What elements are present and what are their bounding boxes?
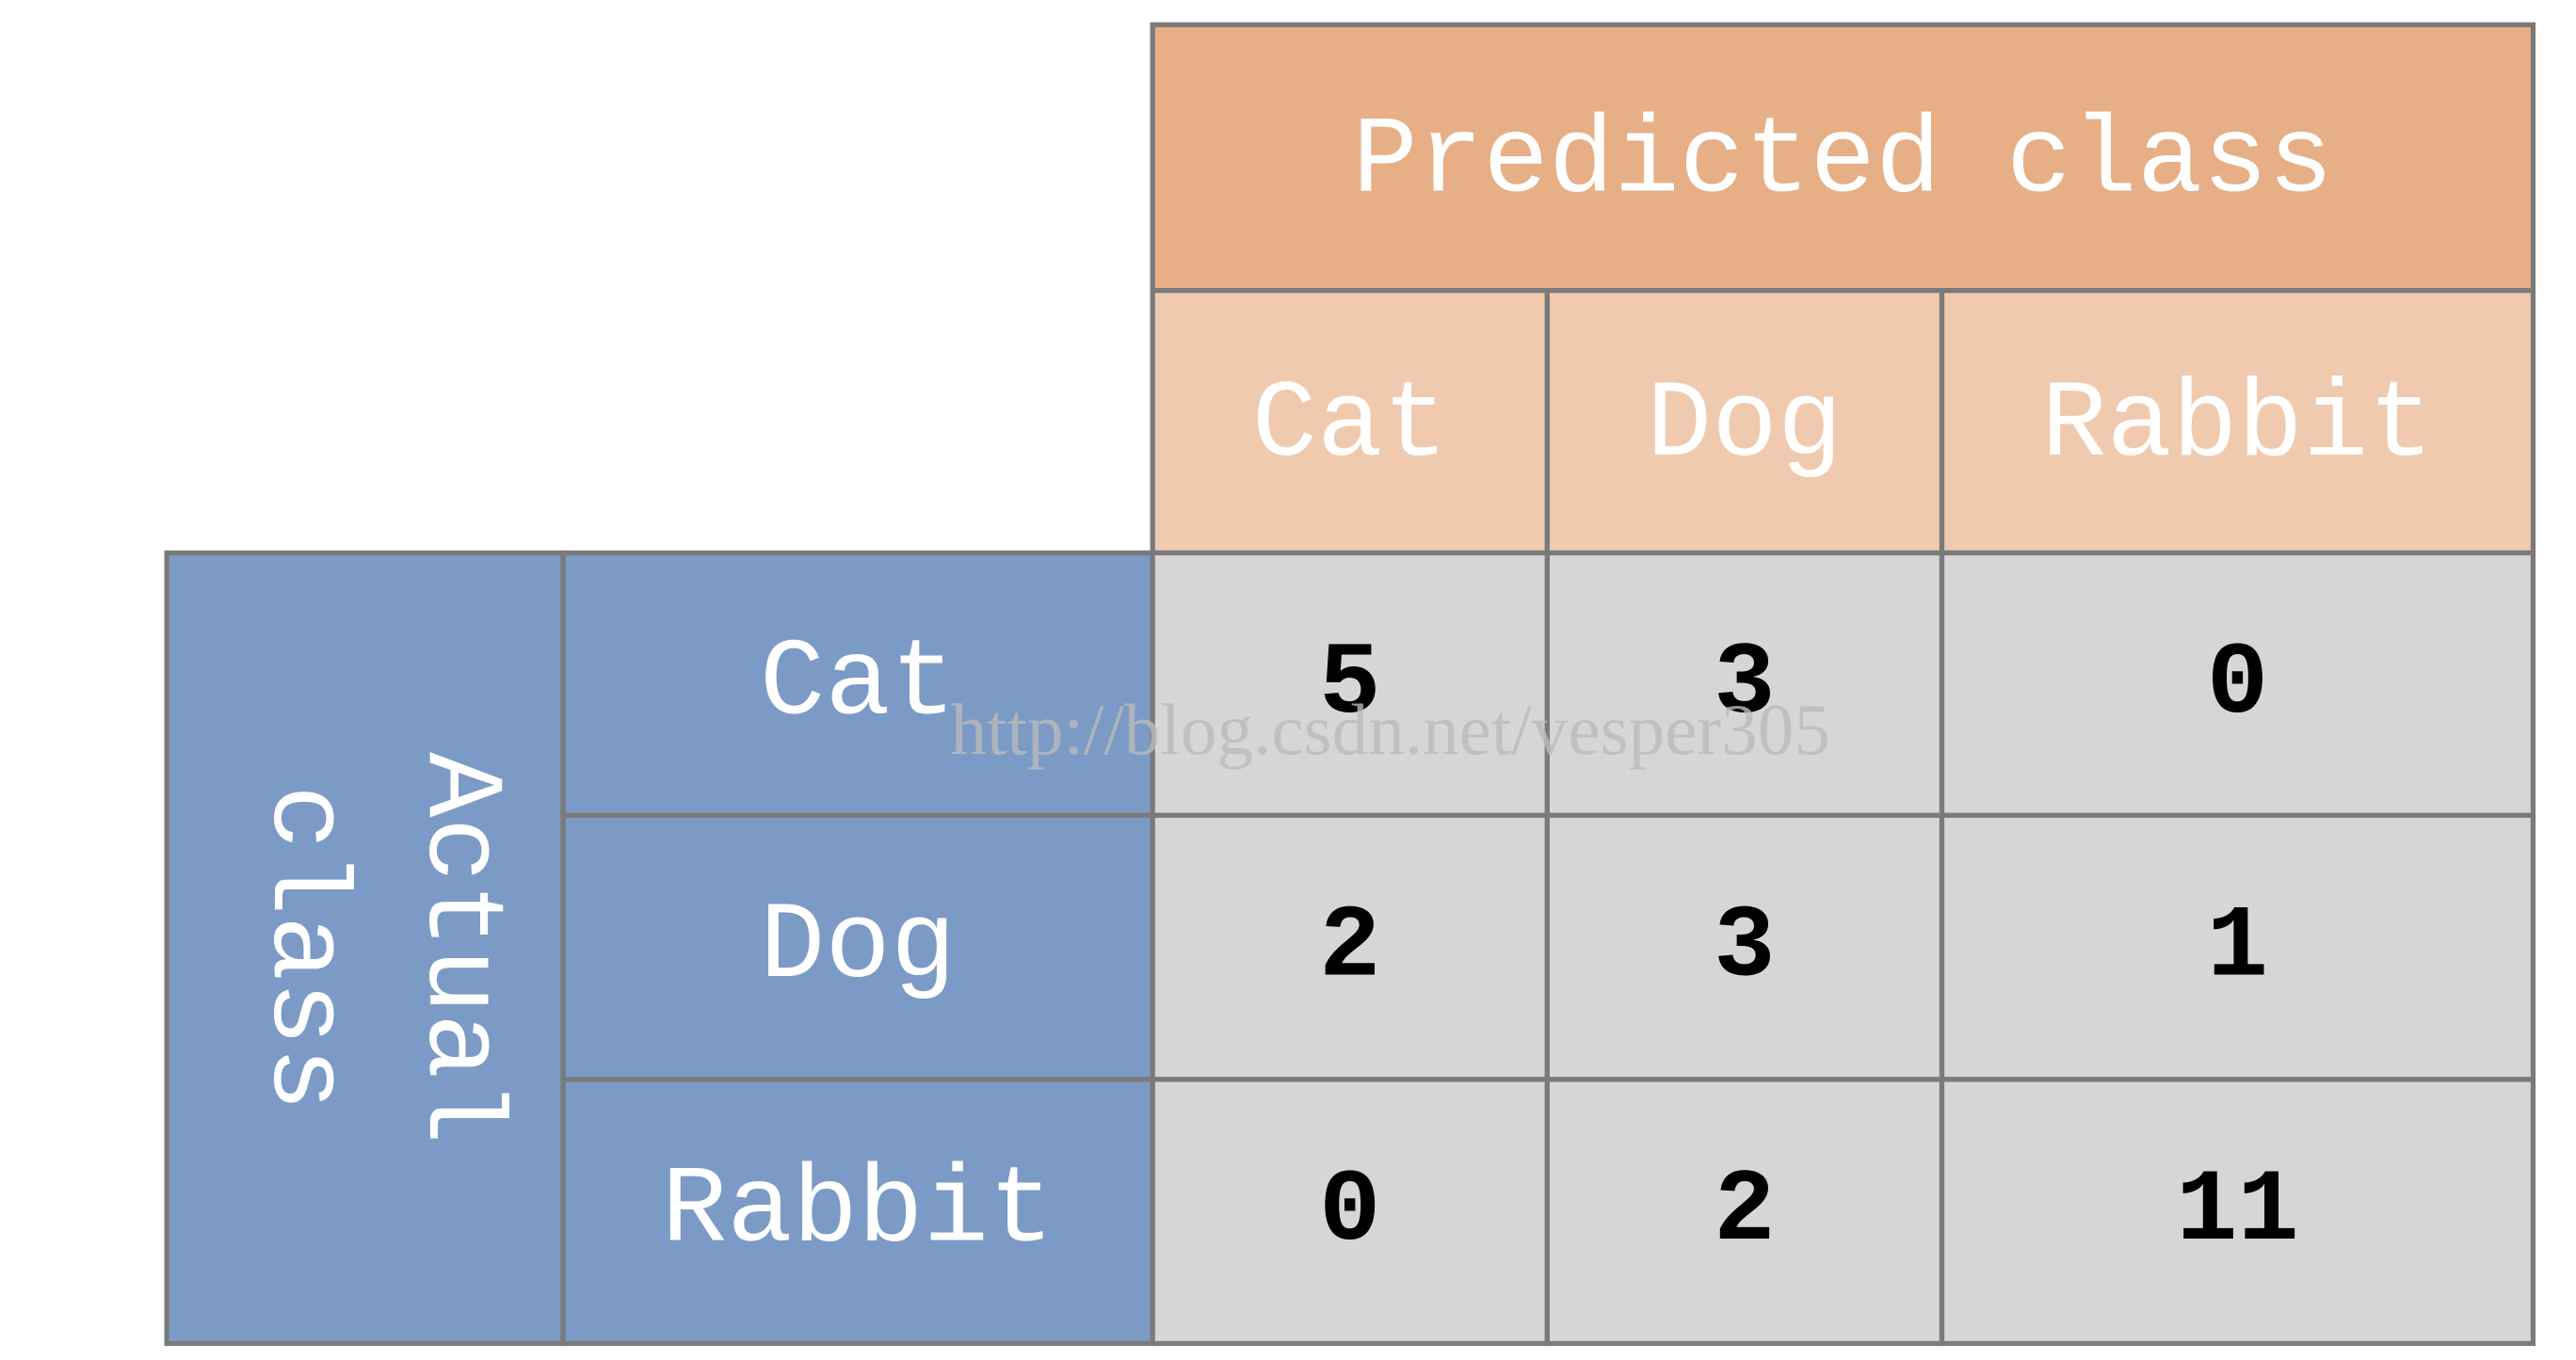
predicted-label-cat: Cat	[1252, 364, 1448, 488]
matrix-value: 11	[2176, 1153, 2298, 1270]
predicted-class-title: Predicted class	[1352, 100, 2333, 223]
matrix-value: 0	[1319, 1153, 1380, 1270]
matrix-value: 2	[1319, 889, 1380, 1006]
actual-label-rabbit: Rabbit	[662, 1150, 1055, 1273]
predicted-label-rabbit: Rabbit	[2041, 364, 2434, 488]
matrix-value: 0	[2207, 626, 2268, 743]
matrix-value: 2	[1714, 1153, 1775, 1270]
actual-class-title-line2: class	[242, 785, 365, 1112]
watermark-text: http://blog.csdn.net/vesper305	[951, 689, 1830, 770]
matrix-value: 1	[2207, 889, 2268, 1006]
confusion-matrix: Predicted class Cat Dog Rabbit Actual class Ca…	[164, 22, 2536, 1347]
actual-label-cat: Cat	[760, 622, 956, 745]
matrix-value: 3	[1714, 889, 1775, 1006]
actual-label-dog: Dog	[760, 886, 956, 1009]
actual-class-title-line1: Actual	[397, 752, 521, 1144]
predicted-label-dog: Dog	[1647, 364, 1843, 488]
